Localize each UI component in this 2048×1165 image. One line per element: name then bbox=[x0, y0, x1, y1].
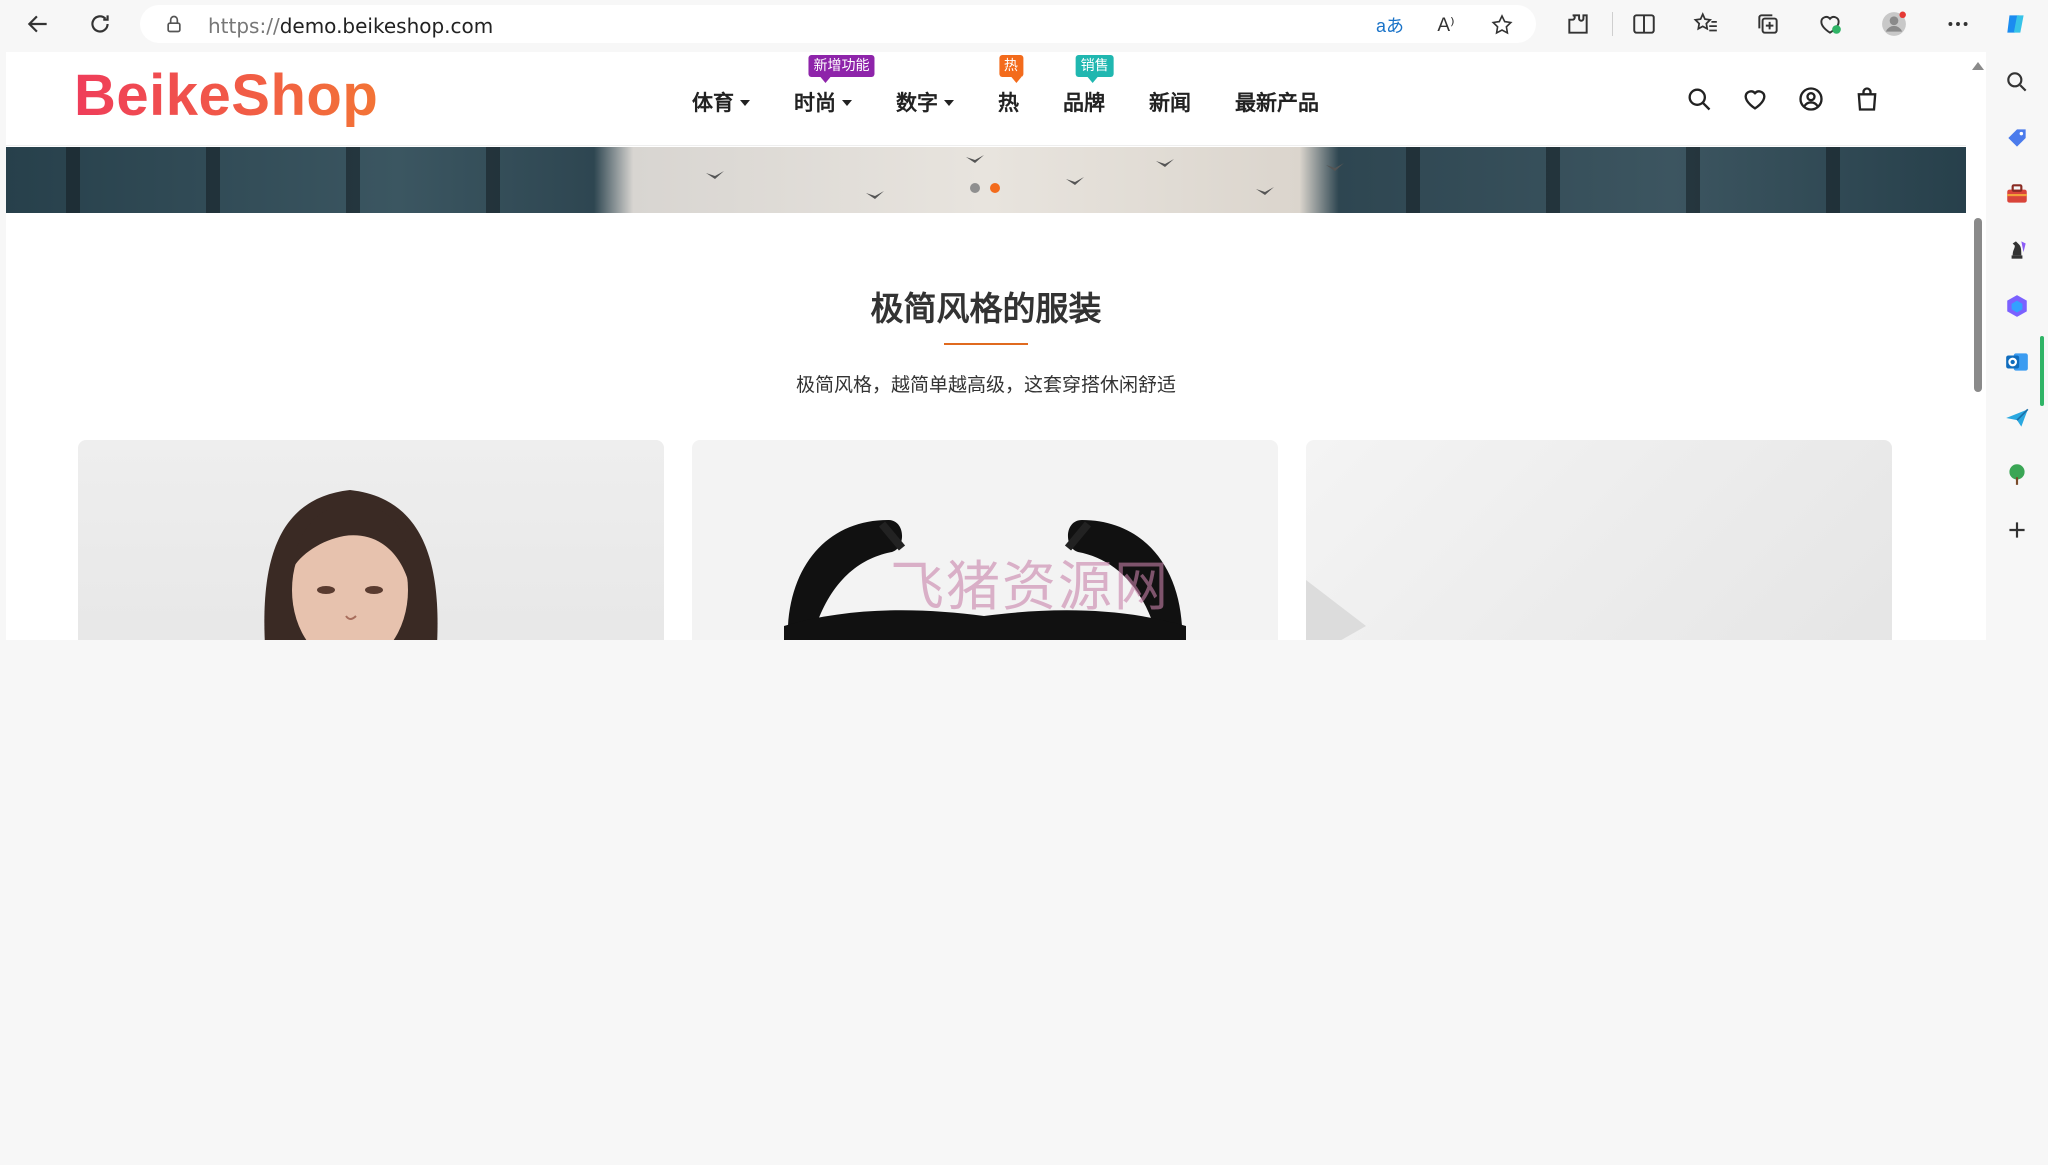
bird-pattern-icon bbox=[1156, 159, 1174, 167]
reload-icon[interactable] bbox=[82, 6, 118, 42]
banner-decoration bbox=[486, 147, 500, 213]
nav-item-label: 体育 bbox=[692, 91, 734, 115]
read-aloud-icon[interactable]: A⁾ bbox=[1432, 11, 1460, 39]
translate-icon[interactable]: aあ bbox=[1376, 11, 1404, 39]
product-card-model[interactable] bbox=[78, 440, 664, 640]
nav-item-label: 数字 bbox=[896, 91, 938, 115]
site-header: BeikeShop 体育 新增功能 时尚 数字 热 热 销售 品牌 新闻 最新产… bbox=[6, 52, 1966, 146]
user-icon[interactable] bbox=[1794, 82, 1828, 116]
add-icon[interactable] bbox=[2003, 516, 2031, 544]
main-nav: 体育 新增功能 时尚 数字 热 热 销售 品牌 新闻 最新产品 bbox=[692, 55, 1319, 122]
more-options-icon[interactable] bbox=[1940, 6, 1976, 42]
nav-item-label: 热 bbox=[998, 91, 1019, 115]
section-subtitle: 极简风格，越简单越高级，这套穿搭休闲舒适 bbox=[795, 374, 1176, 396]
product-card-third[interactable] bbox=[1306, 440, 1892, 640]
nav-item-news[interactable]: 新闻 bbox=[1149, 87, 1191, 117]
nav-badge: 销售 bbox=[1075, 55, 1114, 83]
url-host: demo.beikeshop.com bbox=[279, 14, 494, 38]
nav-item-label: 新闻 bbox=[1149, 91, 1191, 115]
bird-pattern-icon bbox=[966, 155, 984, 163]
bird-pattern-icon bbox=[1326, 163, 1344, 171]
scroll-up-arrow-icon[interactable] bbox=[1972, 62, 1984, 70]
carousel-dot-active[interactable] bbox=[990, 183, 1000, 193]
toolbox-icon[interactable] bbox=[2003, 180, 2031, 208]
watermark-text: 飞猪资源网 bbox=[890, 555, 1170, 618]
carousel-indicators bbox=[970, 183, 1000, 193]
banner-decoration bbox=[206, 147, 220, 213]
browser-toolbar: https://demo.beikeshop.com aあ A⁾ bbox=[0, 0, 2048, 48]
url-protocol: https:// bbox=[208, 14, 280, 38]
chevron-down-icon bbox=[740, 100, 750, 106]
site-logo[interactable]: BeikeShop bbox=[74, 62, 378, 129]
cart-icon[interactable] bbox=[1850, 82, 1884, 116]
chevron-down-icon bbox=[842, 100, 852, 106]
bird-pattern-icon bbox=[706, 171, 724, 179]
microsoft-365-icon[interactable] bbox=[2003, 292, 2031, 320]
search-icon[interactable] bbox=[1682, 82, 1716, 116]
address-bar[interactable]: https://demo.beikeshop.com aあ A⁾ bbox=[140, 5, 1536, 43]
favorites-icon[interactable] bbox=[1688, 6, 1724, 42]
lock-icon[interactable] bbox=[164, 14, 184, 34]
banner-decoration bbox=[1406, 147, 1420, 213]
page-scrollbar[interactable] bbox=[1968, 52, 1986, 640]
games-chess-icon[interactable] bbox=[2003, 236, 2031, 264]
collections-icon[interactable] bbox=[1750, 6, 1786, 42]
page-viewport: BeikeShop 体育 新增功能 时尚 数字 热 热 销售 品牌 新闻 最新产… bbox=[6, 52, 1986, 640]
url-text[interactable]: https://demo.beikeshop.com bbox=[208, 14, 493, 38]
nav-item-digital[interactable]: 数字 bbox=[896, 87, 954, 117]
scroll-thumb[interactable] bbox=[1974, 218, 1982, 392]
carousel-dot[interactable] bbox=[970, 183, 980, 193]
outlook-icon[interactable] bbox=[2003, 348, 2031, 376]
send-paper-plane-icon[interactable] bbox=[2003, 404, 2031, 432]
back-arrow-icon[interactable] bbox=[20, 6, 56, 42]
nav-item-hot[interactable]: 热 热 bbox=[998, 55, 1023, 117]
bird-pattern-icon bbox=[1256, 187, 1274, 195]
sidebar-active-indicator bbox=[2040, 336, 2044, 406]
nav-badge: 新增功能 bbox=[808, 55, 875, 83]
nav-item-fashion[interactable]: 新增功能 时尚 bbox=[794, 55, 875, 117]
banner-decoration bbox=[1686, 147, 1700, 213]
copilot-icon[interactable] bbox=[1998, 6, 2034, 42]
browser-essentials-icon[interactable] bbox=[1812, 6, 1848, 42]
hero-carousel[interactable] bbox=[6, 147, 1966, 213]
banner-decoration bbox=[66, 147, 80, 213]
toolbar-separator bbox=[1612, 12, 1613, 36]
profile-avatar-icon[interactable] bbox=[1876, 6, 1912, 42]
nav-item-label: 最新产品 bbox=[1235, 91, 1319, 115]
edge-sidebar bbox=[1986, 48, 2048, 638]
nav-item-brand[interactable]: 销售 品牌 bbox=[1063, 55, 1114, 117]
nav-badge: 热 bbox=[998, 55, 1023, 83]
model-portrait-image bbox=[264, 490, 438, 640]
product-image bbox=[1306, 580, 1366, 640]
sidebar-search-icon[interactable] bbox=[2003, 68, 2031, 96]
favorite-star-icon[interactable] bbox=[1488, 11, 1516, 39]
bird-pattern-icon bbox=[1066, 177, 1084, 185]
nav-item-label: 品牌 bbox=[1063, 91, 1105, 115]
split-screen-icon[interactable] bbox=[1626, 6, 1662, 42]
nav-item-sports[interactable]: 体育 bbox=[692, 87, 750, 117]
shopping-tag-icon[interactable] bbox=[2003, 124, 2031, 152]
nav-item-label: 时尚 bbox=[794, 91, 836, 115]
banner-decoration bbox=[1826, 147, 1840, 213]
nav-item-latest-products[interactable]: 最新产品 bbox=[1235, 87, 1319, 117]
heart-icon[interactable] bbox=[1738, 82, 1772, 116]
bird-pattern-icon bbox=[866, 191, 884, 199]
tree-icon[interactable] bbox=[2003, 460, 2031, 488]
extensions-icon[interactable] bbox=[1560, 6, 1596, 42]
banner-decoration bbox=[346, 147, 360, 213]
chevron-down-icon bbox=[944, 100, 954, 106]
banner-decoration bbox=[1546, 147, 1560, 213]
title-underline bbox=[944, 343, 1028, 345]
section-title: 极简风格的服装 bbox=[870, 289, 1102, 328]
